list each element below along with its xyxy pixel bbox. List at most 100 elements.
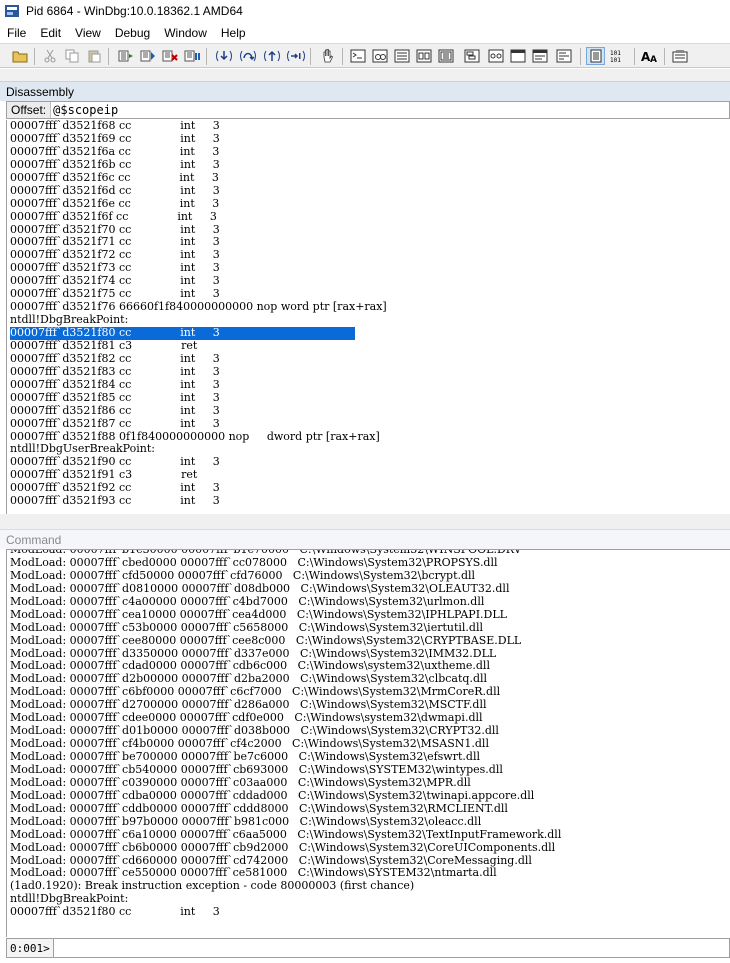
command-output-line[interactable]: ModLoad: 00007fff`c0390000 00007fff`c03a… (10, 776, 730, 790)
menu-edit[interactable]: Edit (33, 26, 68, 40)
registers-window-icon (416, 49, 431, 63)
disassembly-title-bar[interactable]: Disassembly (0, 81, 730, 101)
step-over-icon (239, 50, 256, 62)
disassembly-line[interactable]: 00007fff`d3521f81 c3 ret (10, 339, 730, 353)
stop-debugging-button[interactable] (160, 47, 179, 65)
go-button[interactable] (116, 47, 135, 65)
command-window-button[interactable] (348, 47, 367, 65)
disassembly-line[interactable]: 00007fff`d3521f80 cc int 3 (10, 326, 355, 340)
processes-threads-icon (488, 49, 503, 63)
disassembly-line[interactable]: 00007fff`d3521f6e cc int 3 (10, 197, 730, 211)
disassembly-line[interactable]: 00007fff`d3521f84 cc int 3 (10, 378, 730, 392)
registers-window-button[interactable] (414, 47, 433, 65)
command-input[interactable] (53, 940, 729, 956)
command-output-line[interactable]: ModLoad: 00007fff`c53b0000 00007fff`c565… (10, 621, 730, 635)
scratch-pad-button[interactable] (530, 47, 549, 65)
workspace-background (0, 69, 730, 81)
step-into-icon (215, 50, 232, 62)
offset-input[interactable] (51, 103, 652, 117)
font-button[interactable]: AA (640, 47, 659, 65)
windbg-app-icon (5, 5, 19, 17)
go-icon (118, 50, 133, 62)
command-output-pane[interactable]: ModLoad: 00007fff`b1e30000 00007fff`b1e7… (6, 549, 730, 937)
menu-file[interactable]: File (0, 26, 33, 40)
source-mode-button[interactable] (586, 47, 605, 65)
menu-view[interactable]: View (68, 26, 108, 40)
command-output-line[interactable]: ModLoad: 00007fff`b97b0000 00007fff`b981… (10, 815, 730, 829)
command-output-line[interactable]: ModLoad: 00007fff`cdba0000 00007fff`cdda… (10, 789, 730, 803)
break-icon (184, 50, 200, 62)
command-output-line[interactable]: ModLoad: 00007fff`cb6b0000 00007fff`cb9d… (10, 841, 730, 855)
step-into-button[interactable] (214, 47, 233, 65)
hex-mode-button[interactable]: 101 101 (608, 47, 627, 65)
restart-button[interactable] (138, 47, 157, 65)
disassembly-line[interactable]: 00007fff`d3521f69 cc int 3 (10, 132, 730, 146)
command-output-line[interactable]: ModLoad: 00007fff`c4a00000 00007fff`c4bd… (10, 595, 730, 609)
command-output[interactable]: ModLoad: 00007fff`b1e30000 00007fff`b1e7… (7, 550, 730, 919)
options-button[interactable] (670, 47, 689, 65)
step-over-button[interactable] (238, 47, 257, 65)
break-hand-button[interactable] (318, 47, 337, 65)
command-output-line[interactable]: ModLoad: 00007fff`cb540000 00007fff`cb69… (10, 763, 730, 777)
command-output-line[interactable]: ModLoad: 00007fff`cee80000 00007fff`cee8… (10, 634, 730, 648)
command-output-line[interactable]: ModLoad: 00007fff`cbed0000 00007fff`cc07… (10, 556, 730, 570)
memory-window-button[interactable] (436, 47, 455, 65)
command-output-line[interactable]: 00007fff`d3521f80 cc int 3 (10, 905, 730, 919)
call-stack-icon (464, 49, 479, 63)
watch-window-button[interactable] (370, 47, 389, 65)
command-output-line[interactable]: ModLoad: 00007fff`cddb0000 00007fff`cddd… (10, 802, 730, 816)
break-button[interactable] (182, 47, 201, 65)
disassembly-line[interactable]: 00007fff`d3521f82 cc int 3 (10, 352, 730, 366)
open-icon (12, 51, 27, 63)
source-window-icon (556, 49, 571, 63)
disassembly-line[interactable]: 00007fff`d3521f6d cc int 3 (10, 184, 730, 198)
stop-icon (162, 50, 178, 62)
disassembly-line[interactable]: 00007fff`d3521f6b cc int 3 (10, 158, 730, 172)
disassembly-line[interactable]: 00007fff`d3521f93 cc int 3 (10, 494, 730, 508)
menu-debug[interactable]: Debug (108, 26, 157, 40)
paste-button[interactable] (84, 47, 103, 65)
disassembly-line[interactable]: 00007fff`d3521f83 cc int 3 (10, 365, 730, 379)
open-button[interactable] (10, 47, 29, 65)
command-output-line[interactable]: ModLoad: 00007fff`cea10000 00007fff`cea4… (10, 608, 730, 622)
disassembly-line[interactable]: 00007fff`d3521f6f cc int 3 (10, 210, 730, 224)
command-output-line[interactable]: ModLoad: 00007fff`cfd50000 00007fff`cfd7… (10, 569, 730, 583)
source-mode-icon (590, 49, 601, 63)
svg-text:101: 101 (610, 50, 621, 57)
disassembly-pane[interactable]: 00007fff`d3521f68 cc int 3 00007fff`d3521… (6, 120, 730, 514)
locals-window-button[interactable] (392, 47, 411, 65)
command-prompt: 0:001> (7, 939, 54, 957)
disassembly-line[interactable]: 00007fff`d3521f6c cc int 3 (10, 171, 730, 185)
command-output-line[interactable]: ModLoad: 00007fff`be700000 00007fff`be7c… (10, 750, 730, 764)
disassembly-title: Disassembly (6, 84, 75, 99)
call-stack-button[interactable] (462, 47, 481, 65)
cut-icon (44, 49, 55, 63)
disassembly-line[interactable]: 00007fff`d3521f87 cc int 3 (10, 417, 730, 431)
disassembly-line[interactable]: 00007fff`d3521f85 cc int 3 (10, 391, 730, 405)
disassembly-listing[interactable]: 00007fff`d3521f68 cc int 3 00007fff`d3521… (7, 120, 730, 508)
processes-threads-button[interactable] (486, 47, 505, 65)
command-title-bar[interactable]: Command (0, 529, 730, 549)
svg-text:A: A (650, 55, 657, 63)
disassembly-line[interactable]: 00007fff`d3521f86 cc int 3 (10, 404, 730, 418)
command-input-row: 0:001> (6, 938, 730, 958)
source-window-button[interactable] (554, 47, 573, 65)
restart-icon (140, 50, 155, 62)
offset-label: Offset: (7, 102, 52, 118)
disassembly-line[interactable]: 00007fff`d3521f6a cc int 3 (10, 145, 730, 159)
disassembly-line[interactable]: 00007fff`d3521f68 cc int 3 (10, 120, 730, 133)
menu-bar: File Edit View Debug Window Help (0, 23, 730, 42)
step-out-icon (263, 50, 280, 62)
command-output-line[interactable]: ModLoad: 00007fff`d0810000 00007fff`d08d… (10, 582, 730, 596)
disassembly-window-button[interactable] (508, 47, 527, 65)
run-to-cursor-button[interactable] (286, 47, 305, 65)
scratch-pad-icon (532, 49, 547, 63)
pane-splitter[interactable] (0, 514, 730, 529)
menu-window[interactable]: Window (157, 26, 214, 40)
menu-help[interactable]: Help (214, 26, 253, 40)
command-output-line[interactable]: ModLoad: 00007fff`c6a10000 00007fff`c6aa… (10, 828, 730, 842)
cut-button[interactable] (40, 47, 59, 65)
locals-window-icon (394, 49, 409, 63)
step-out-button[interactable] (262, 47, 281, 65)
copy-button[interactable] (62, 47, 81, 65)
